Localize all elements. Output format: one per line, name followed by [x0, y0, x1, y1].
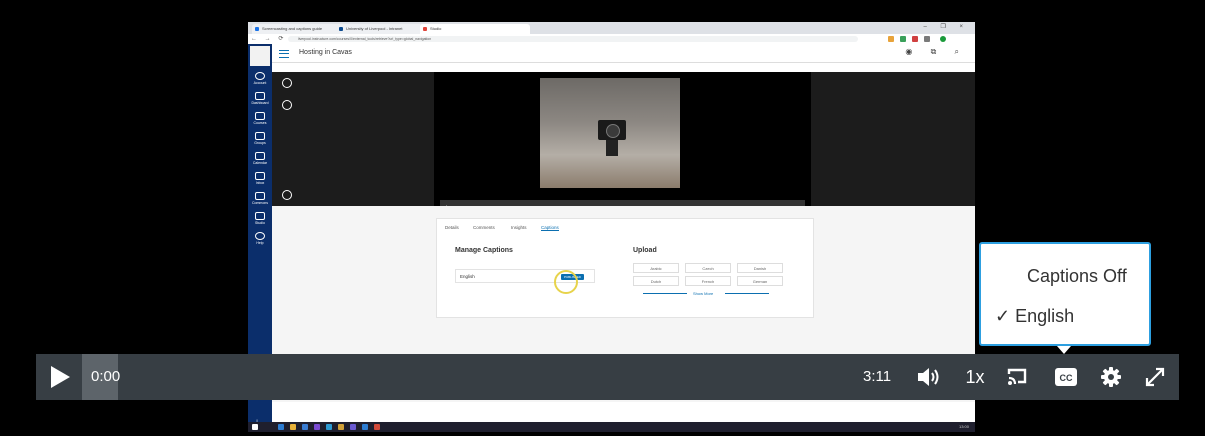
taskbar-app-icon	[314, 424, 320, 430]
settings-icon	[1101, 367, 1121, 387]
nav-item-inbox: Inbox	[248, 172, 272, 185]
windows-taskbar: 13:00	[248, 422, 975, 432]
nav-item-courses: Courses	[248, 112, 272, 125]
taskbar-app-icon	[374, 424, 380, 430]
upload-lang-button: Czech	[685, 263, 731, 273]
canvas-page-title: Hosting in Cavas	[299, 49, 352, 56]
upload-lang-button: Danish	[737, 263, 783, 273]
current-time: 0:00	[91, 368, 121, 385]
playback-speed-button[interactable]: 1x	[958, 363, 992, 391]
play-icon	[51, 366, 70, 388]
browser-tab-label: Screencasting and captions guide	[262, 26, 323, 31]
panel-tab-comments: Comments	[473, 225, 495, 230]
action-camera	[598, 120, 626, 140]
nav-item-studio: Studio	[248, 212, 272, 225]
taskbar-app-icon	[362, 424, 368, 430]
taskbar-app-icon	[326, 424, 332, 430]
browser-tab-label: University of Liverpool - Intranet	[346, 26, 403, 31]
start-icon	[252, 424, 258, 430]
browser-tab-label: Studio	[430, 26, 442, 31]
upload-heading: Upload	[633, 247, 657, 254]
manage-captions-heading: Manage Captions	[455, 247, 513, 254]
cast-icon	[1007, 368, 1027, 385]
upload-lang-button: Arabic	[633, 263, 679, 273]
nav-item-dashboard: Dashboard	[248, 92, 272, 105]
header-tool-icons: ◉ ⧉ ⌕	[905, 47, 967, 56]
extension-icon	[912, 36, 918, 42]
captions-button[interactable]: CC	[1051, 363, 1081, 391]
show-more-link: Show More	[693, 291, 714, 296]
taskbar-app-icon	[290, 424, 296, 430]
studio-icon	[255, 212, 265, 220]
courses-icon	[255, 112, 265, 120]
download-icon	[282, 100, 292, 110]
groups-icon	[255, 132, 265, 140]
settings-button[interactable]	[1096, 363, 1126, 391]
video-control-bar: 0:00 3:11 1x CC	[36, 354, 1179, 400]
cursor-highlight	[554, 270, 578, 294]
captions-english-option[interactable]: ✓ English	[995, 306, 1074, 327]
duration: 3:11	[863, 368, 892, 385]
dashboard-icon	[255, 92, 265, 100]
taskbar-app-icon	[302, 424, 308, 430]
svg-text:CC: CC	[1060, 373, 1073, 383]
taskbar-app-icon	[350, 424, 356, 430]
taskbar-clock: 13:00	[958, 424, 969, 429]
extension-icon	[888, 36, 894, 42]
volume-button[interactable]	[914, 363, 944, 391]
menu-icon	[279, 50, 289, 58]
canvas-header: Hosting in Cavas ◉ ⧉ ⌕	[272, 44, 975, 63]
address-bar: liverpool.instructure.com/courses/0/exte…	[288, 36, 858, 42]
checkmark-icon: ✓	[995, 306, 1011, 326]
panel-tab-details: Details	[445, 225, 459, 230]
extension-icon	[900, 36, 906, 42]
upload-lang-button: German	[737, 276, 783, 286]
recorded-video: ▶ 0:00 1:01 ◀) 1x ⧉ ✲ ⤢	[434, 72, 811, 214]
browser-tab: Screencasting and captions guide	[252, 24, 342, 34]
fullscreen-button[interactable]	[1140, 363, 1170, 391]
upload-lang-button: Dutch	[633, 276, 679, 286]
cast-button[interactable]	[1002, 363, 1032, 391]
university-logo	[250, 46, 270, 66]
captions-english-label: English	[1015, 306, 1075, 326]
nav-item-commons: Commons	[248, 192, 272, 205]
inbox-icon	[255, 172, 265, 180]
share-icon	[282, 78, 292, 88]
browser-tab: University of Liverpool - Intranet	[336, 24, 426, 34]
taskbar-app-icon	[338, 424, 344, 430]
commons-icon	[255, 192, 265, 200]
taskbar-app-icon	[278, 424, 284, 430]
panel-tab-insights: Insights	[511, 225, 527, 230]
nav-item-calendar: Calendar	[248, 152, 272, 165]
fullscreen-icon	[1145, 367, 1165, 387]
upload-lang-button: French	[685, 276, 731, 286]
captions-menu: Captions Off ✓ English	[979, 242, 1151, 346]
nav-item-help: Help	[248, 232, 272, 245]
volume-icon	[918, 368, 939, 386]
play-button[interactable]	[48, 365, 72, 389]
info-icon	[282, 190, 292, 200]
captions-off-option[interactable]: Captions Off	[1027, 266, 1127, 287]
media-details-panel: Details Comments Insights Captions Manag…	[436, 218, 814, 318]
account-icon	[255, 72, 265, 80]
extension-icon	[924, 36, 930, 42]
window-controls: – ❐ ×	[923, 24, 969, 30]
camera-thumbnail	[540, 78, 680, 188]
calendar-icon	[255, 152, 265, 160]
browser-tab-strip: Screencasting and captions guide Univers…	[248, 22, 975, 34]
video-stage[interactable]: Screencasting and captions guide Univers…	[0, 0, 1205, 436]
captions-menu-pointer	[1057, 346, 1071, 354]
browser-tab: Studio	[420, 24, 530, 34]
nav-item-groups: Groups	[248, 132, 272, 145]
panel-tab-captions: Captions	[541, 225, 559, 231]
captions-icon: CC	[1055, 368, 1077, 386]
profile-icon	[940, 36, 946, 42]
help-icon	[255, 232, 265, 240]
nav-item-account: Account	[248, 72, 272, 85]
